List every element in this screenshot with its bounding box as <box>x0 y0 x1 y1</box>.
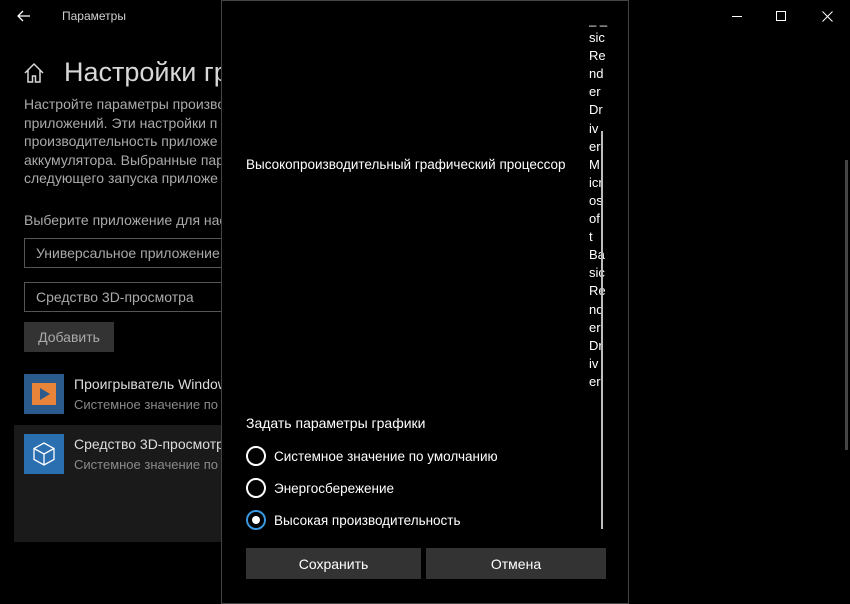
app-name: Средство 3D-просмотра <box>74 436 232 452</box>
description-line: приложений. Эти настройки п <box>24 114 218 131</box>
description-line: производительность приложе <box>24 133 218 149</box>
gpu-name-line: sic <box>589 30 605 46</box>
radio-label: Системное значение по умолчанию <box>274 448 498 464</box>
gpu-name-line: Ba <box>589 247 605 263</box>
cancel-button[interactable]: Отмена <box>426 548 606 579</box>
description-line: аккумулятора. Выбранные пар <box>24 151 224 168</box>
gpu-name-line: er <box>589 138 601 154</box>
graphics-settings-dialog: Высокопроизводительный графический проце… <box>221 0 629 604</box>
description-line: следующего запуска приложе <box>24 170 218 186</box>
radio-button[interactable] <box>246 478 266 498</box>
page-scrollbar[interactable] <box>845 160 848 450</box>
gpu-name-line: nd <box>589 301 604 317</box>
gpu-name-line: Dr <box>589 337 603 353</box>
gpu-name-line: _ _ <box>589 12 608 27</box>
radio-system-default[interactable]: Системное значение по умолчанию <box>246 445 498 467</box>
choose-app-label: Выберите приложение для нас <box>24 212 227 228</box>
radio-button[interactable] <box>246 446 266 466</box>
app-type-select[interactable]: Универсальное приложение <box>24 238 244 268</box>
radio-high-performance[interactable]: Высокая производительность <box>246 509 461 531</box>
minimize-button[interactable] <box>714 0 760 32</box>
gpu-name-line: Re <box>589 283 606 299</box>
add-button[interactable]: Добавить <box>24 322 114 352</box>
gpu-name-line: nd <box>589 66 604 82</box>
app-name: Проигрыватель Windows <box>74 376 235 392</box>
radio-button-checked[interactable] <box>246 510 266 530</box>
back-button[interactable] <box>10 4 38 28</box>
gpu-name-line: icr <box>589 174 603 190</box>
gpu-name-line: M <box>589 156 600 172</box>
close-icon <box>821 10 833 22</box>
window-title: Параметры <box>62 9 126 23</box>
gpu-name-line: er <box>589 84 601 100</box>
app-select[interactable]: Средство 3D-просмотра <box>24 282 244 312</box>
app-list-item-selected[interactable]: Средство 3D-просмотра Системное значение… <box>14 425 289 542</box>
dialog-scrollbar[interactable] <box>601 131 603 529</box>
home-icon[interactable] <box>23 62 45 84</box>
gpu-name-line: Re <box>589 48 606 64</box>
page-description: Настройте параметры произво приложений. … <box>24 95 224 188</box>
graphics-settings-label: Задать параметры графики <box>246 415 426 431</box>
close-button[interactable] <box>804 0 850 32</box>
gpu-name-line: Dr <box>589 102 603 118</box>
maximize-icon <box>775 10 786 21</box>
gpu-name-line: t <box>589 229 593 245</box>
gpu-name-line: iv <box>589 355 599 371</box>
media-player-glyph <box>32 383 56 405</box>
gpu-name-line: of <box>589 211 600 227</box>
radio-label: Энергосбережение <box>274 480 395 496</box>
gpu-name-line: sic <box>589 265 605 281</box>
minimize-icon <box>731 15 742 17</box>
gpu-name-line: iv <box>589 120 599 136</box>
radio-label: Высокая производительность <box>274 512 461 528</box>
radio-power-saving[interactable]: Энергосбережение <box>246 477 394 499</box>
save-button[interactable]: Сохранить <box>246 548 421 579</box>
back-arrow-icon <box>17 10 30 22</box>
gpu-name-line: er <box>589 373 601 389</box>
description-line: Настройте параметры произво <box>24 96 224 112</box>
gpu-name: _ _sic Re nd er Dr iv er Micr os of t Ba sic Re nd er Dr… <box>589 11 609 391</box>
gpu-label: Высокопроизводительный графический проце… <box>246 157 566 172</box>
media-player-icon <box>24 374 64 414</box>
gpu-name-line: os <box>589 192 603 208</box>
maximize-button[interactable] <box>758 0 804 32</box>
gpu-name-line: er <box>589 319 601 335</box>
page-title: Настройки гр <box>64 57 229 87</box>
cube-glyph <box>33 442 55 466</box>
3d-viewer-icon <box>24 434 64 474</box>
